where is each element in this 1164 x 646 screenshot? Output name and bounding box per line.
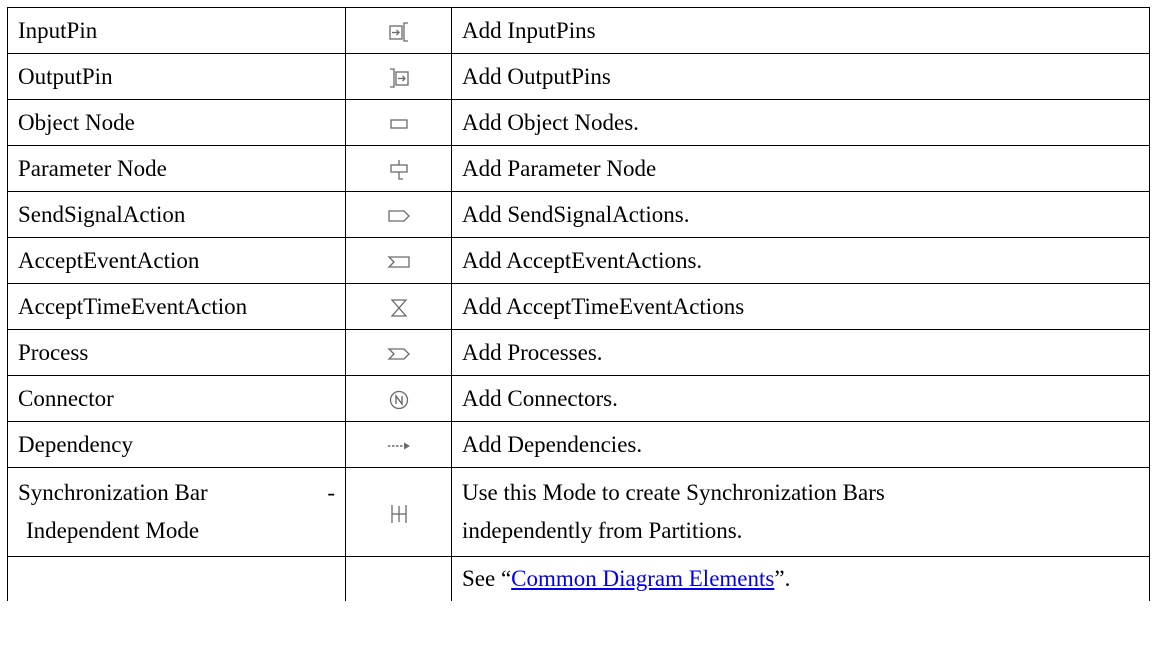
tool-description: Add AcceptEventActions.: [451, 237, 1150, 284]
accept-event-action-icon: [386, 256, 410, 268]
tool-description: Add AcceptTimeEventActions: [451, 283, 1150, 330]
see-also-suffix: ”.: [774, 566, 791, 591]
accept-time-event-action-icon: [390, 299, 407, 317]
table-row: OutputPin Add OutputPins: [7, 53, 1150, 100]
output-pin-icon: [389, 68, 409, 88]
common-diagram-elements-link[interactable]: Common Diagram Elements: [511, 566, 774, 591]
tool-name: Synchronization Bar - Independent Mode: [7, 467, 346, 557]
table-row: Synchronization Bar - Independent Mode U…: [7, 467, 1150, 557]
table-row: InputPin Add InputPins: [7, 7, 1150, 54]
tool-description: Add Processes.: [451, 329, 1150, 376]
tool-description: Use this Mode to create Synchronization …: [451, 467, 1150, 557]
tool-description: Add SendSignalActions.: [451, 191, 1150, 238]
tool-name: AcceptEventAction: [7, 237, 346, 284]
tool-description: Add InputPins: [451, 7, 1150, 54]
tool-name: SendSignalAction: [7, 191, 346, 238]
object-node-icon: [389, 119, 408, 129]
table-row: Process Add Processes.: [7, 329, 1150, 376]
see-also-note: See “Common Diagram Elements”.: [451, 556, 1150, 601]
input-pin-icon: [388, 22, 408, 42]
tool-name: Object Node: [7, 99, 346, 146]
table-row: Connector Add Connectors.: [7, 375, 1150, 422]
dependency-icon: [387, 442, 410, 450]
tool-description: Add Dependencies.: [451, 421, 1150, 468]
table-row: AcceptTimeEventAction Add AcceptTimeEven…: [7, 283, 1150, 330]
tool-name: Process: [7, 329, 346, 376]
tool-name: OutputPin: [7, 53, 346, 100]
tool-name-line2: Independent Mode: [26, 518, 200, 543]
synchronization-bar-icon: [390, 504, 407, 523]
tool-name: Connector: [7, 375, 346, 422]
tool-name-line1: Synchronization Bar: [18, 480, 208, 505]
empty-icon-cell: [345, 556, 452, 601]
tool-name: AcceptTimeEventAction: [7, 283, 346, 330]
tool-palette-table: InputPin Add InputPins OutputPin Add Out…: [7, 7, 1150, 601]
table-row: Dependency Add Dependencies.: [7, 421, 1150, 468]
table-row: Object Node Add Object Nodes.: [7, 99, 1150, 146]
table-row: AcceptEventAction Add AcceptEventActions…: [7, 237, 1150, 284]
connector-icon: [389, 391, 408, 410]
empty-name-cell: [7, 556, 346, 601]
table-row: SendSignalAction Add SendSignalActions.: [7, 191, 1150, 238]
table-row: See “Common Diagram Elements”.: [7, 556, 1150, 601]
see-also-prefix: See “: [462, 566, 512, 591]
tool-description: Add Connectors.: [451, 375, 1150, 422]
tool-description: Add OutputPins: [451, 53, 1150, 100]
tool-name-separator: -: [327, 480, 335, 505]
process-icon: [386, 348, 410, 360]
tool-description-line2: independently from Partitions.: [462, 518, 743, 543]
tool-description-line1: Use this Mode to create Synchronization …: [462, 480, 885, 505]
tool-name: Parameter Node: [7, 145, 346, 192]
send-signal-action-icon: [387, 210, 410, 222]
tool-name: Dependency: [7, 421, 346, 468]
tool-description: Add Parameter Node: [451, 145, 1150, 192]
tool-description: Add Object Nodes.: [451, 99, 1150, 146]
table-row: Parameter Node Add Parameter Node: [7, 145, 1150, 192]
parameter-node-icon: [389, 160, 408, 180]
tool-name: InputPin: [7, 7, 346, 54]
